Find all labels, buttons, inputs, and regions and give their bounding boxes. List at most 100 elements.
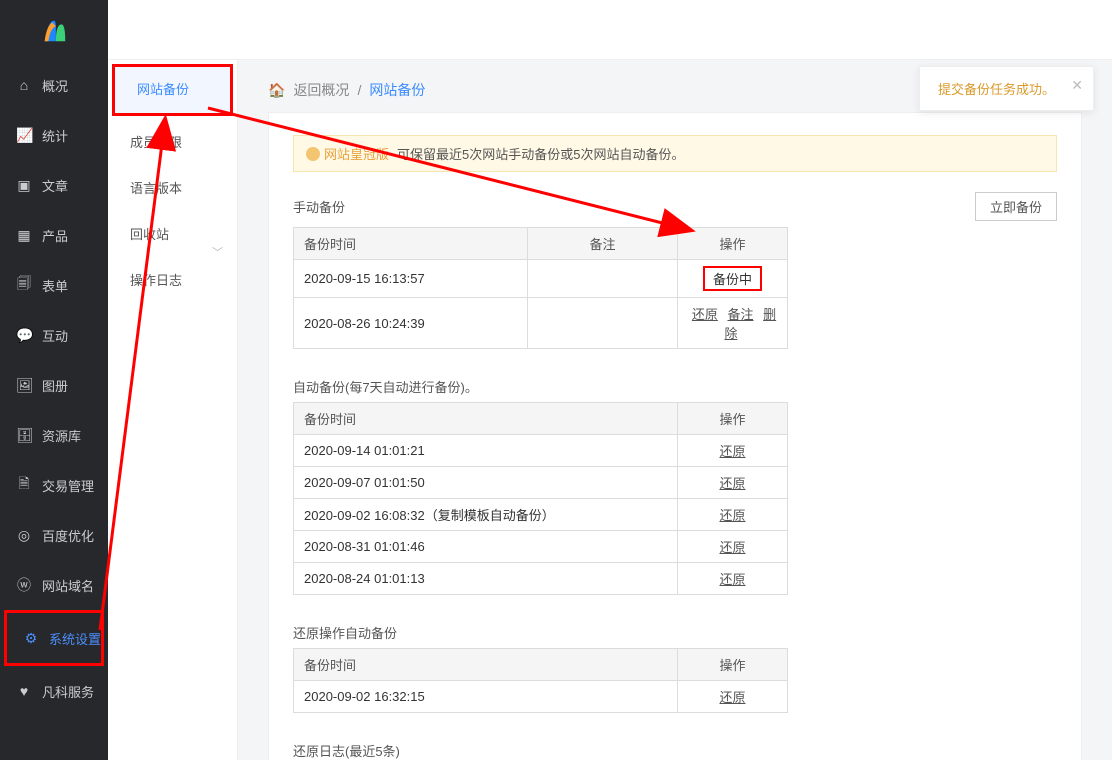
manual-backup-table: 备份时间 备注 操作 2020-09-15 16:13:57 备份中 2020-…: [293, 227, 788, 349]
nav-interact[interactable]: 💬 互动: [0, 310, 108, 360]
tip-badge-text: 网站皇冠版: [324, 144, 389, 163]
restore-link[interactable]: 还原: [719, 572, 745, 587]
table-row: 2020-08-26 10:24:39 还原 备注 删除: [294, 298, 788, 349]
table-row: 2020-09-02 16:08:32（复制模板自动备份） 还原: [294, 499, 788, 531]
col-op: 操作: [678, 228, 788, 260]
col-time: 备份时间: [294, 403, 678, 435]
logo-icon: [39, 15, 69, 45]
col-op: 操作: [678, 403, 788, 435]
cell-time: 2020-09-14 01:01:21: [294, 435, 678, 467]
nav-label: 互动: [42, 326, 68, 345]
logo: [0, 0, 108, 60]
nav-label: 百度优化: [42, 526, 94, 545]
trade-icon: 🗎: [16, 473, 32, 497]
baidu-icon: ◎: [16, 527, 32, 544]
secondary-sidebar: 网站备份 成员权限 语言版本 回收站﹀ 操作日志: [108, 60, 238, 760]
restore-auto-title: 还原操作自动备份: [293, 623, 1057, 642]
restore-link[interactable]: 还原: [719, 476, 745, 491]
nav-gallery[interactable]: 🖼图册: [0, 360, 108, 410]
subnav-recycle[interactable]: 回收站﹀: [108, 212, 237, 258]
nav-overview[interactable]: ⌂ 概况: [0, 60, 108, 110]
cell-time: 2020-08-26 10:24:39: [294, 298, 528, 349]
breadcrumb-current: 网站备份: [369, 80, 425, 100]
nav-stats[interactable]: 📈 统计: [0, 110, 108, 160]
nav-settings[interactable]: ⚙系统设置: [7, 613, 101, 663]
nav-label: 文章: [42, 176, 68, 195]
table-row: 2020-08-24 01:01:13 还原: [294, 563, 788, 595]
main-area: 🏠 返回概况 / 网站备份 网站皇冠版 可保留最近5次网站手动备份或5次网站自动…: [238, 60, 1112, 760]
success-toast: 提交备份任务成功。 ✕: [919, 66, 1094, 111]
restore-auto-section: 还原操作自动备份 备份时间 操作 2020-09-02 16:32:15 还原: [293, 623, 1057, 713]
nav-trade[interactable]: 🗎 交易管理: [0, 460, 108, 510]
nav-form[interactable]: 🗐 表单: [0, 260, 108, 310]
table-row: 2020-09-15 16:13:57 备份中: [294, 260, 788, 298]
table-row: 2020-09-07 01:01:50 还原: [294, 467, 788, 499]
backup-now-button[interactable]: 立即备份: [975, 192, 1057, 221]
image-icon: 🖼: [16, 377, 32, 394]
restore-link[interactable]: 还原: [719, 444, 745, 459]
cell-op: 还原 备注 删除: [678, 298, 788, 349]
nav-article[interactable]: ▣ 文章: [0, 160, 108, 210]
restore-link[interactable]: 还原: [719, 508, 745, 523]
col-op: 操作: [678, 649, 788, 681]
nav-domain[interactable]: ⓦ 网站域名: [0, 560, 108, 610]
restore-link[interactable]: 还原: [719, 690, 745, 705]
home-icon: ⌂: [16, 77, 32, 93]
nav-label: 表单: [42, 276, 68, 295]
restore-log-title: 还原日志(最近5条): [293, 741, 1057, 760]
status-in-progress: 备份中: [703, 266, 762, 291]
nav-service[interactable]: ♥凡科服务: [0, 666, 108, 716]
subnav-backup[interactable]: 网站备份: [115, 67, 230, 113]
nav-label: 统计: [42, 126, 68, 145]
chat-icon: 💬: [16, 327, 32, 344]
subnav-oplog[interactable]: 操作日志: [108, 258, 237, 304]
restore-auto-table: 备份时间 操作 2020-09-02 16:32:15 还原: [293, 648, 788, 713]
home-icon: 🏠: [268, 82, 285, 99]
content-panel: 网站皇冠版 可保留最近5次网站手动备份或5次网站自动备份。 手动备份 立即备份 …: [268, 112, 1082, 760]
tip-badge: 网站皇冠版: [306, 144, 389, 163]
table-row: 2020-09-14 01:01:21 还原: [294, 435, 788, 467]
grid-icon: ▦: [16, 227, 32, 244]
table-header: 备份时间 备注 操作: [294, 228, 788, 260]
cell-time: 2020-08-24 01:01:13: [294, 563, 678, 595]
col-time: 备份时间: [294, 649, 678, 681]
left-sidebar: ⌂ 概况 📈 统计 ▣ 文章 ▦产品 🗐 表单 💬 互动 🖼图册 🗄资源库 🗎 交易管理 ◎…: [0, 0, 108, 760]
nav-label: 网站域名: [42, 576, 94, 595]
close-icon[interactable]: ✕: [1071, 77, 1083, 94]
form-icon: 🗐: [16, 273, 32, 297]
note-link[interactable]: 备注: [727, 307, 753, 322]
db-icon: 🗄: [16, 427, 32, 444]
table-header: 备份时间 操作: [294, 649, 788, 681]
nav-resource[interactable]: 🗄资源库: [0, 410, 108, 460]
chart-icon: 📈: [16, 127, 32, 144]
col-time: 备份时间: [294, 228, 528, 260]
top-bar: [108, 0, 1112, 60]
cell-time: 2020-09-02 16:32:15: [294, 681, 678, 713]
web-icon: ⓦ: [16, 575, 32, 595]
tip-bar: 网站皇冠版 可保留最近5次网站手动备份或5次网站自动备份。: [293, 135, 1057, 172]
auto-backup-title: 自动备份(每7天自动进行备份)。: [293, 377, 1057, 396]
nav-label: 概况: [42, 76, 68, 95]
auto-backup-table: 备份时间 操作 2020-09-14 01:01:21 还原 2020-09-07…: [293, 402, 788, 595]
cell-note: [528, 260, 678, 298]
subnav-language[interactable]: 语言版本: [108, 166, 237, 212]
doc-icon: ▣: [16, 177, 32, 194]
table-row: 2020-09-02 16:32:15 还原: [294, 681, 788, 713]
nav-label: 系统设置: [49, 629, 101, 648]
restore-link[interactable]: 还原: [692, 307, 718, 322]
cell-time: 2020-09-02 16:08:32（复制模板自动备份）: [294, 499, 678, 531]
nav-product[interactable]: ▦产品: [0, 210, 108, 260]
nav-label: 交易管理: [42, 476, 94, 495]
cell-note: [528, 298, 678, 349]
cell-op: 备份中: [678, 260, 788, 298]
restore-link[interactable]: 还原: [719, 540, 745, 555]
breadcrumb-back[interactable]: 返回概况: [293, 80, 349, 100]
subnav-member[interactable]: 成员权限: [108, 120, 237, 166]
toast-text: 提交备份任务成功。: [938, 82, 1055, 97]
auto-backup-section: 自动备份(每7天自动进行备份)。 备份时间 操作 2020-09-14 01:0…: [293, 377, 1057, 595]
subnav-label: 回收站: [130, 227, 169, 242]
nav-baidu[interactable]: ◎ 百度优化: [0, 510, 108, 560]
cell-time: 2020-09-07 01:01:50: [294, 467, 678, 499]
nav-label: 凡科服务: [42, 682, 94, 701]
breadcrumb-sep: /: [357, 82, 361, 98]
